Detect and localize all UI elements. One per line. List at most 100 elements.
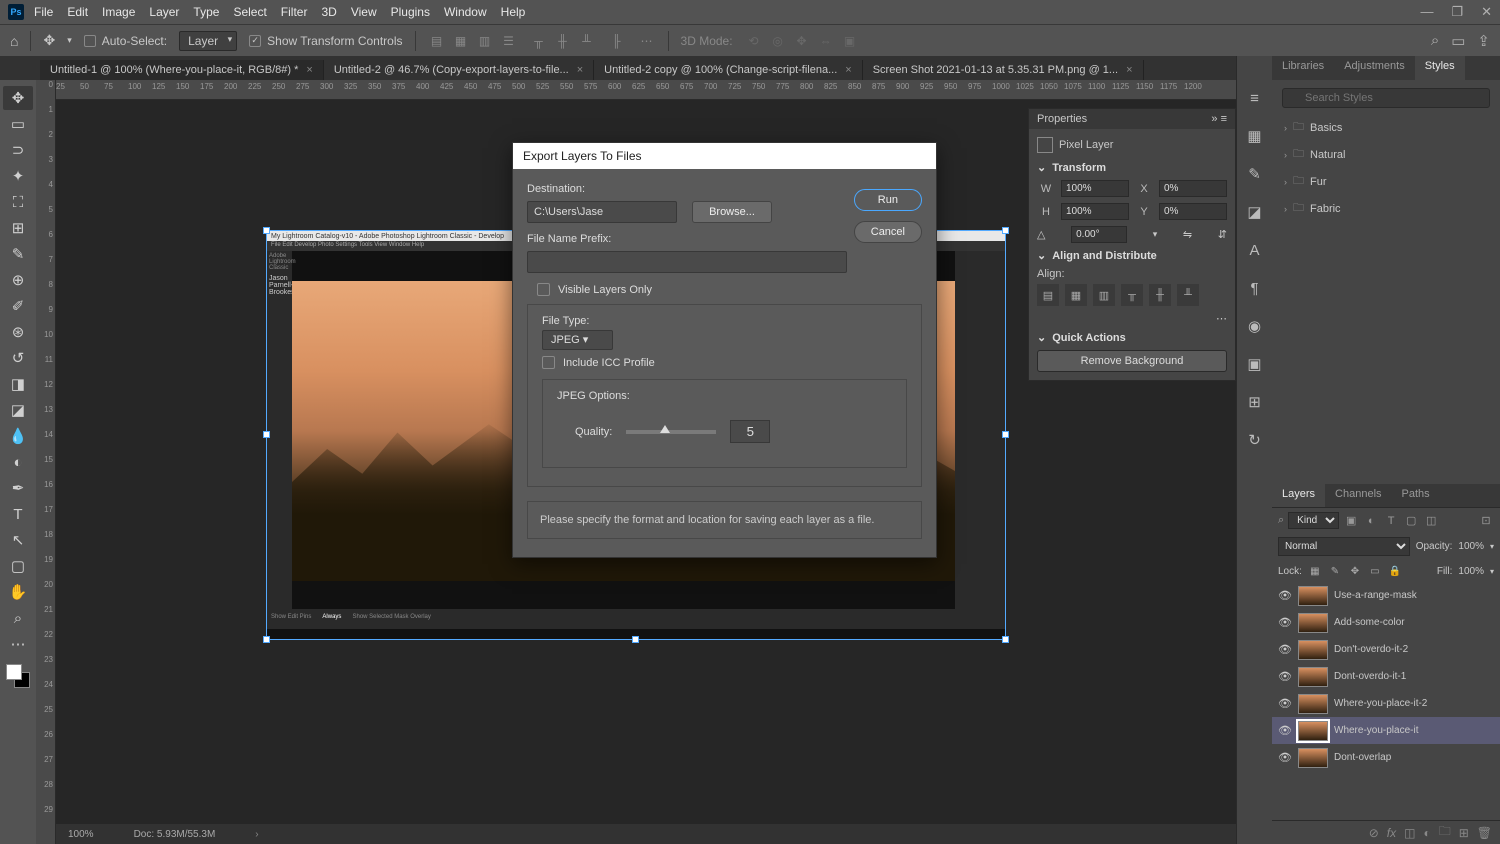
filter-pixel-icon[interactable]: ▣ <box>1343 513 1359 529</box>
align-left-icon[interactable]: ▤ <box>1037 284 1059 306</box>
workspace-icon[interactable]: ▭ <box>1451 32 1465 50</box>
visibility-icon[interactable]: 👁 <box>1278 670 1292 683</box>
layer-thumbnail[interactable] <box>1298 640 1328 660</box>
tab-channels[interactable]: Channels <box>1325 484 1391 507</box>
close-tab-icon[interactable]: × <box>577 64 583 76</box>
align-stack-icon[interactable]: ☰ <box>500 32 518 50</box>
opacity-value[interactable]: 100% <box>1458 541 1484 552</box>
transform-handle[interactable] <box>1002 636 1009 643</box>
layer-fx-icon[interactable]: fx <box>1387 826 1396 840</box>
chevron-down-icon[interactable]: ▾ <box>67 35 72 46</box>
auto-select-checkbox[interactable]: Auto-Select: <box>84 34 167 48</box>
heal-tool[interactable]: ⊕ <box>3 268 33 292</box>
layer-dropdown[interactable]: Layer <box>179 31 237 51</box>
shape-tool[interactable]: ▢ <box>3 554 33 578</box>
filter-toggle-icon[interactable]: ⊡ <box>1478 513 1494 529</box>
menu-help[interactable]: Help <box>501 5 526 19</box>
quality-input[interactable] <box>730 420 770 443</box>
distribute-middle-icon[interactable]: ╫ <box>554 32 572 50</box>
close-tab-icon[interactable]: × <box>306 64 312 76</box>
height-input[interactable] <box>1061 203 1129 220</box>
layer-thumbnail[interactable] <box>1298 667 1328 687</box>
tab-adjustments[interactable]: Adjustments <box>1334 56 1415 80</box>
align-right-icon[interactable]: ▥ <box>476 32 494 50</box>
layer-thumbnail[interactable] <box>1298 586 1328 606</box>
align-bottom-icon[interactable]: ╨ <box>1177 284 1199 306</box>
gradients-icon[interactable]: ◪ <box>1243 200 1267 224</box>
layer-row[interactable]: 👁 Dont-overdo-it-1 <box>1272 663 1500 690</box>
new-layer-icon[interactable]: ⊞ <box>1459 826 1469 840</box>
lock-transparency-icon[interactable]: ▦ <box>1308 564 1322 578</box>
chevron-down-icon[interactable]: ▾ <box>1490 542 1494 551</box>
transform-handle[interactable] <box>263 227 270 234</box>
doc-tab-2[interactable]: Untitled-2 @ 46.7% (Copy-export-layers-t… <box>324 60 594 80</box>
prefix-input[interactable] <box>527 251 847 273</box>
menu-edit[interactable]: Edit <box>67 5 88 19</box>
close-tab-icon[interactable]: × <box>845 64 851 76</box>
distribute-top-icon[interactable]: ╥ <box>530 32 548 50</box>
panel-more-icon[interactable]: ⋯ <box>1037 312 1227 325</box>
layer-name[interactable]: Dont-overdo-it-1 <box>1334 671 1406 682</box>
layer-row[interactable]: 👁Add-some-color <box>1272 609 1500 636</box>
transform-section[interactable]: ⌄Transform <box>1037 161 1227 174</box>
type-tool[interactable]: T <box>3 502 33 526</box>
character-icon[interactable]: A <box>1243 238 1267 262</box>
destination-input[interactable] <box>527 201 677 223</box>
browse-button[interactable]: Browse... <box>692 201 772 223</box>
filter-kind-select[interactable]: Kind <box>1288 512 1339 529</box>
search-icon[interactable]: ⌕ <box>1431 32 1439 50</box>
gradient-tool[interactable]: ◪ <box>3 398 33 422</box>
layer-thumbnail[interactable] <box>1298 613 1328 633</box>
blur-tool[interactable]: 💧 <box>3 424 33 448</box>
properties-tab[interactable]: Properties » ≡ <box>1029 109 1235 129</box>
layer-name[interactable]: Don't-overdo-it-2 <box>1334 644 1408 655</box>
quick-actions-section[interactable]: ⌄Quick Actions <box>1037 331 1227 344</box>
layer-name[interactable]: Dont-overlap <box>1334 752 1391 763</box>
lasso-tool[interactable]: ⊃ <box>3 138 33 162</box>
blend-mode-select[interactable]: Normal <box>1278 537 1410 556</box>
chevron-down-icon[interactable]: ▾ <box>1153 229 1158 240</box>
transform-handle[interactable] <box>263 636 270 643</box>
transform-handle[interactable] <box>1002 431 1009 438</box>
lock-all-icon[interactable]: 🔒 <box>1388 564 1402 578</box>
menu-image[interactable]: Image <box>102 5 135 19</box>
brush-tool[interactable]: ✐ <box>3 294 33 318</box>
paragraph-icon[interactable]: ¶ <box>1243 276 1267 300</box>
filter-shape-icon[interactable]: ▢ <box>1403 513 1419 529</box>
lock-artboard-icon[interactable]: ▭ <box>1368 564 1382 578</box>
doc-size[interactable]: Doc: 5.93M/55.3M <box>134 829 216 840</box>
more-icon[interactable]: ⋯ <box>638 32 656 50</box>
align-center-h-icon[interactable]: ▦ <box>1065 284 1087 306</box>
align-center-icon[interactable]: ▦ <box>452 32 470 50</box>
search-styles-input[interactable] <box>1282 88 1490 108</box>
filter-type-icon[interactable]: T <box>1383 513 1399 529</box>
visible-only-checkbox[interactable]: Visible Layers Only <box>537 283 912 296</box>
visibility-icon[interactable]: 👁 <box>1278 751 1292 764</box>
brushes-icon[interactable]: ✎ <box>1243 162 1267 186</box>
tab-layers[interactable]: Layers <box>1272 484 1325 507</box>
crop-tool[interactable]: ⛶ <box>3 190 33 214</box>
transform-handle[interactable] <box>263 431 270 438</box>
layer-name[interactable]: Add-some-color <box>1334 617 1405 628</box>
zoom-tool[interactable]: ⌕ <box>3 606 33 630</box>
layer-row[interactable]: 👁Don't-overdo-it-2 <box>1272 636 1500 663</box>
swatches-icon[interactable]: ▦ <box>1243 124 1267 148</box>
run-button[interactable]: Run <box>854 189 922 211</box>
history-brush-tool[interactable]: ↺ <box>3 346 33 370</box>
edit-toolbar[interactable]: ⋯ <box>3 632 33 656</box>
tab-styles[interactable]: Styles <box>1415 56 1465 80</box>
transform-handle[interactable] <box>632 636 639 643</box>
lock-brush-icon[interactable]: ✎ <box>1328 564 1342 578</box>
share-icon[interactable]: ⇪ <box>1477 32 1490 50</box>
file-type-select[interactable]: JPEG ▾ <box>542 330 613 350</box>
pen-tool[interactable]: ✒ <box>3 476 33 500</box>
chevron-down-icon[interactable]: ▾ <box>1490 567 1494 576</box>
fill-value[interactable]: 100% <box>1458 566 1484 577</box>
layer-row[interactable]: 👁 Dont-overlap <box>1272 744 1500 771</box>
layer-name[interactable]: Use-a-range-mask <box>1334 590 1417 601</box>
hand-tool[interactable]: ✋ <box>3 580 33 604</box>
cancel-button[interactable]: Cancel <box>854 221 922 243</box>
menu-layer[interactable]: Layer <box>149 5 179 19</box>
align-top-icon[interactable]: ╥ <box>1121 284 1143 306</box>
layer-name[interactable]: Where-you-place-it-2 <box>1334 698 1427 709</box>
